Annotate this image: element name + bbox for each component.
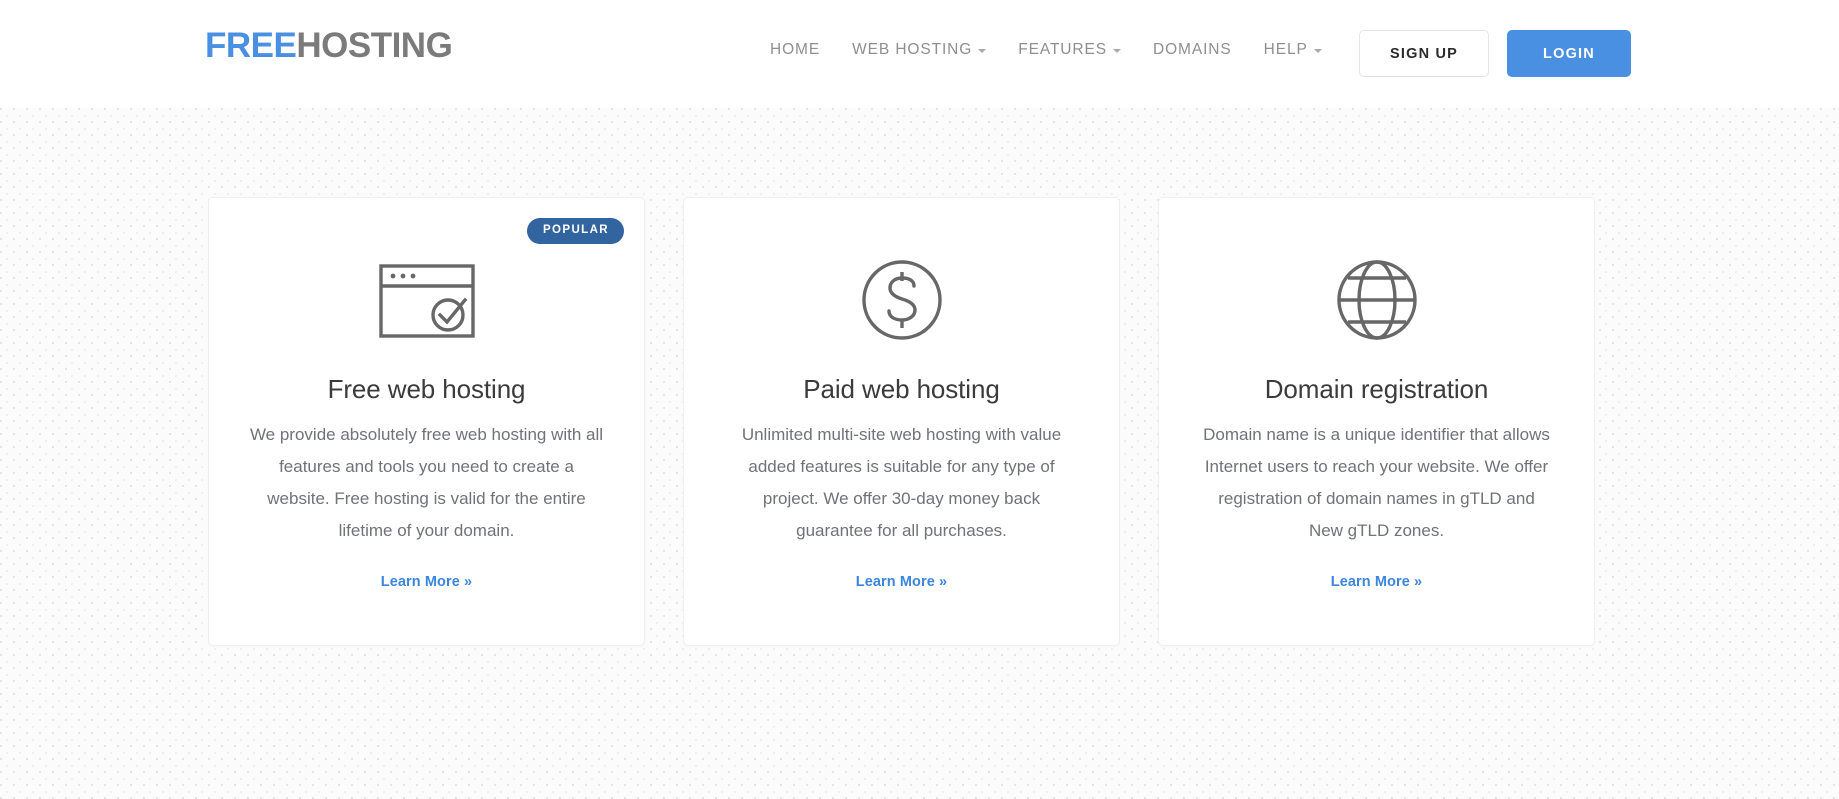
nav-item-label: DOMAINS [1152,41,1232,58]
globe-icon [1195,252,1558,348]
learn-more-link[interactable]: Learn More » [1331,574,1422,590]
nav-item-label: HOME [770,41,821,58]
nav-item-label: HELP [1263,41,1308,58]
site-header: FREEHOSTING HOME WEB HOSTING FEATURES DO… [0,0,1839,108]
card-description: We provide absolutely free web hosting w… [249,425,604,541]
card-description: Unlimited multi-site web hosting with va… [741,425,1062,541]
card-paid-web-hosting: Paid web hosting Unlimited multi-site we… [683,197,1120,647]
chevron-down-icon [1313,48,1322,53]
sign-up-button[interactable]: SIGN UP [1359,30,1489,77]
service-cards: POPULAR Free web hosting We provide abso… [208,197,1633,647]
chevron-down-icon [978,48,987,53]
main-navigation: HOME WEB HOSTING FEATURES DOMAINS HELP [770,42,1322,58]
browser-check-icon [245,252,608,348]
logo-text-primary: FREE [205,26,297,65]
logo-text-secondary: HOSTING [296,26,453,65]
nav-item-label: FEATURES [1018,41,1107,58]
page-root: FREEHOSTING HOME WEB HOSTING FEATURES DO… [0,0,1839,799]
card-free-web-hosting: POPULAR Free web hosting We provide abso… [208,197,645,647]
learn-more-link[interactable]: Learn More » [381,574,472,590]
status-badge: POPULAR [526,218,624,244]
nav-item-domains[interactable]: DOMAINS [1153,42,1232,58]
login-button[interactable]: LOGIN [1507,30,1631,77]
nav-item-label: WEB HOSTING [852,41,973,58]
site-logo[interactable]: FREEHOSTING [205,26,453,65]
header-actions: SIGN UP LOGIN [1359,30,1631,77]
nav-item-home[interactable]: HOME [770,42,820,58]
card-domain-registration: Domain registration Domain name is a uni… [1158,197,1595,647]
card-title: Domain registration [1264,374,1489,404]
chevron-down-icon [1112,48,1121,53]
card-title: Paid web hosting [803,374,1000,404]
nav-item-features[interactable]: FEATURES [1018,42,1121,58]
nav-item-web-hosting[interactable]: WEB HOSTING [852,41,987,58]
card-description: Domain name is a unique identifier that … [1203,425,1550,541]
card-title: Free web hosting [327,374,526,404]
learn-more-link[interactable]: Learn More » [856,574,947,590]
dollar-circle-icon [720,252,1083,348]
nav-item-help[interactable]: HELP [1264,42,1322,58]
